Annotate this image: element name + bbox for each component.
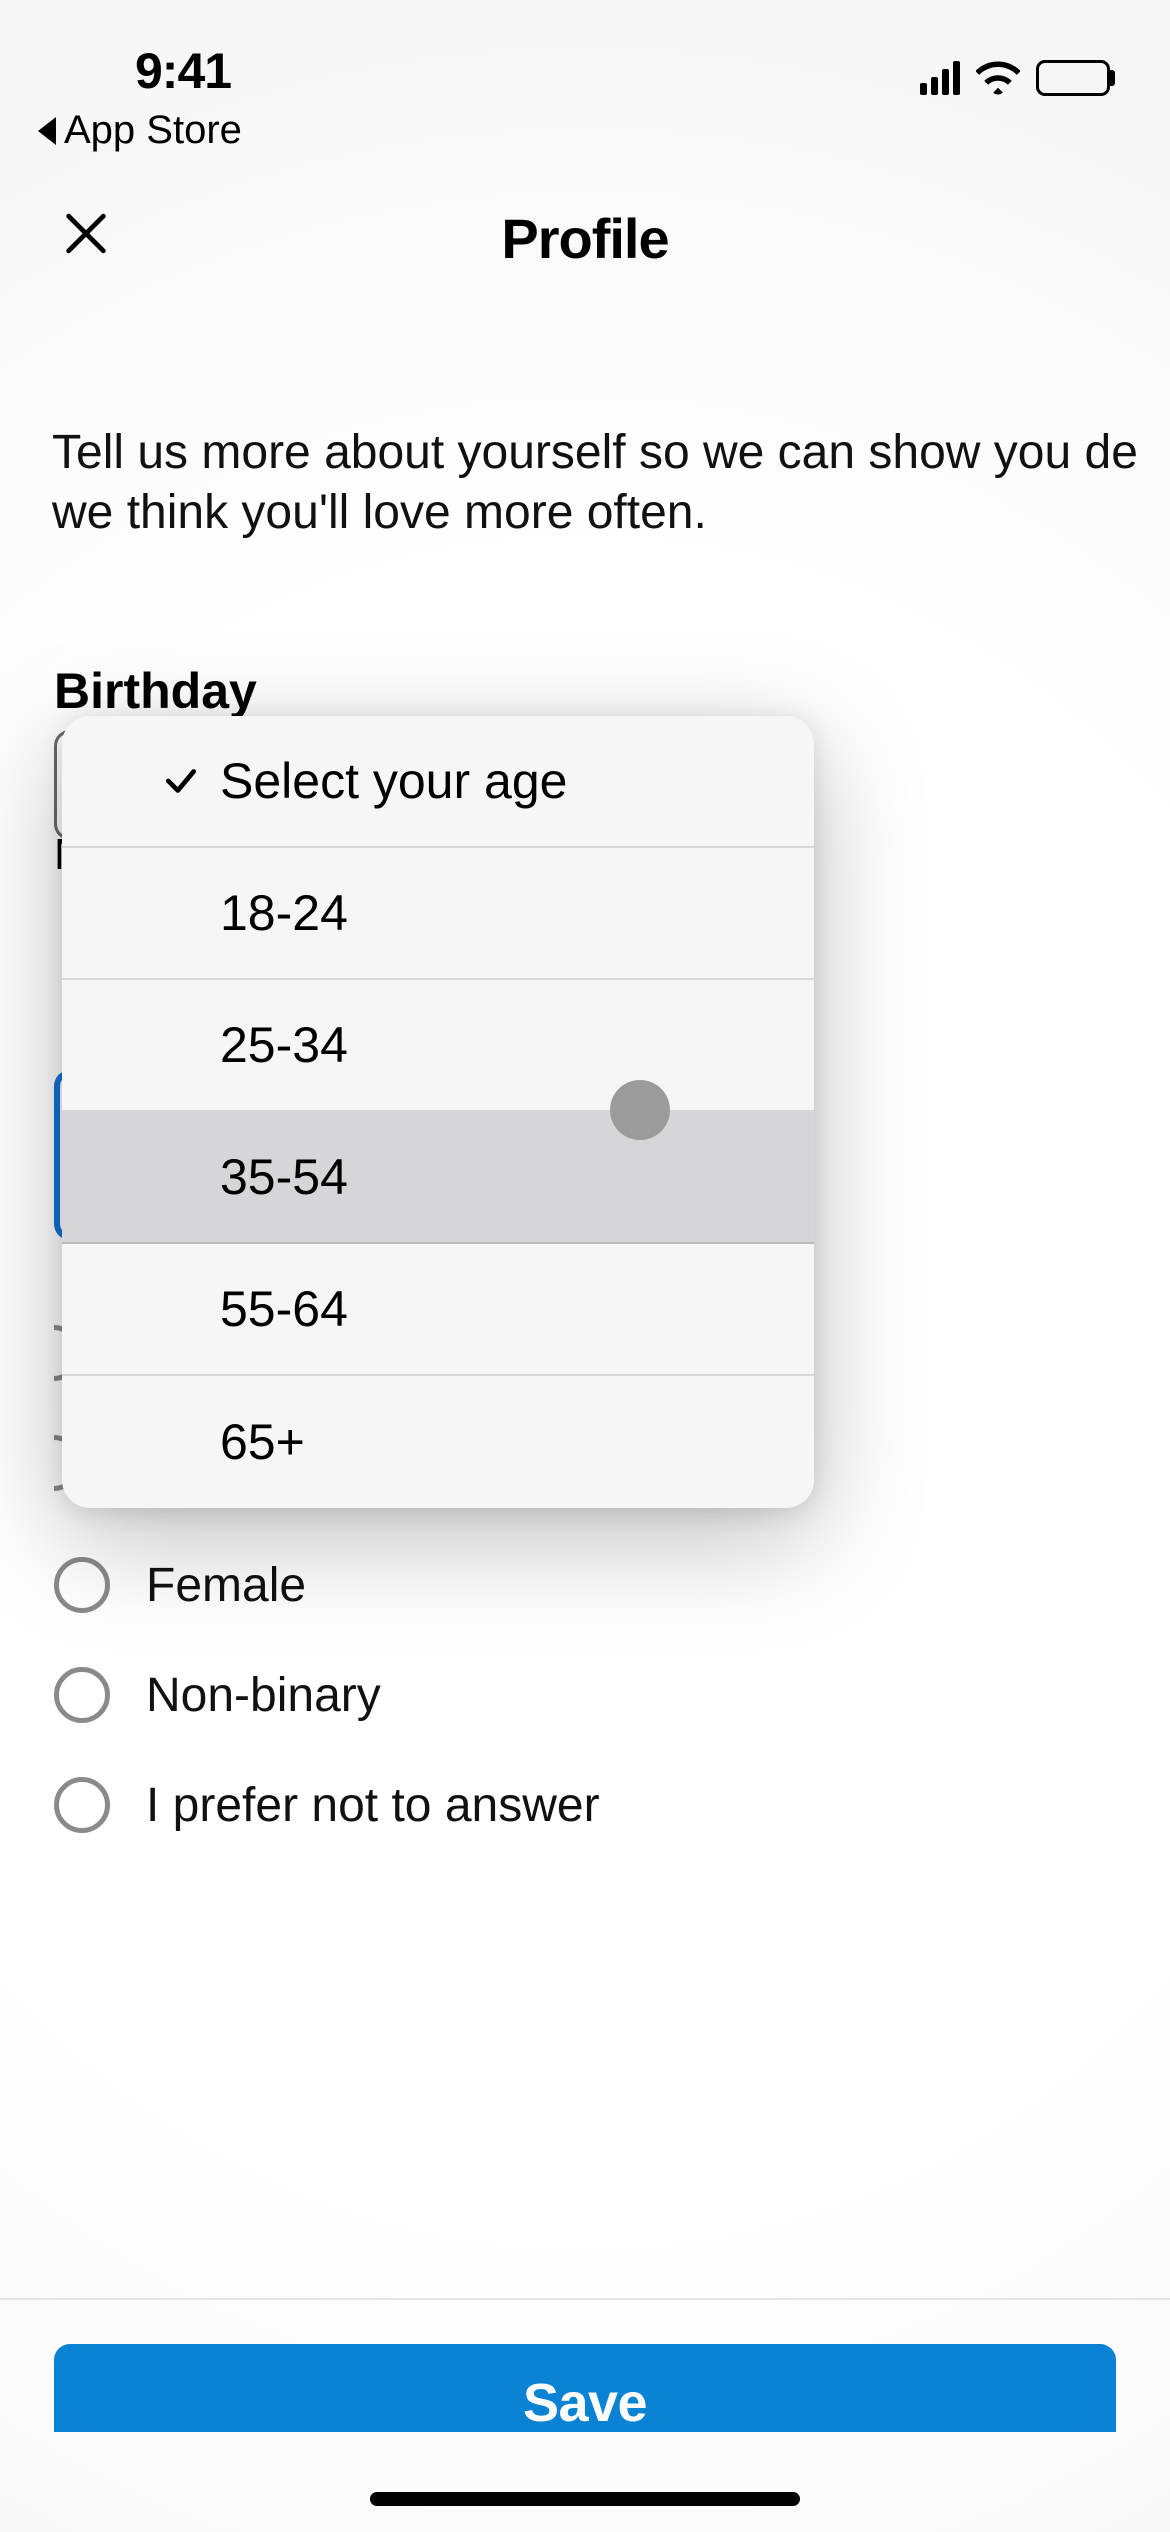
status-time: 9:41 <box>135 42 231 100</box>
option-label: Select your age <box>220 752 567 810</box>
age-option-25-34[interactable]: 25-34 <box>62 980 814 1112</box>
intro-line-2: we think you'll love more often. <box>52 483 1118 543</box>
age-option-65-plus[interactable]: 65+ <box>62 1376 814 1508</box>
status-bar: 9:41 <box>0 0 1170 100</box>
age-dropdown[interactable]: Select your age 18-24 25-34 35-54 55-64 … <box>62 716 814 1508</box>
birthday-label: Birthday <box>0 662 1170 720</box>
radio-label: I prefer not to answer <box>146 1778 600 1833</box>
intro-text: Tell us more about yourself so we can sh… <box>0 423 1170 542</box>
back-to-appstore[interactable]: App Store <box>0 100 1170 153</box>
save-label: Save <box>523 2372 647 2432</box>
radio-icon <box>54 1557 110 1613</box>
status-icons <box>920 60 1110 100</box>
cellular-signal-icon <box>920 61 960 95</box>
radio-icon <box>54 1777 110 1833</box>
wifi-icon <box>976 61 1020 95</box>
back-label: App Store <box>64 108 242 153</box>
gender-option-prefer-not[interactable]: I prefer not to answer <box>54 1750 1116 1860</box>
intro-line-1: Tell us more about yourself so we can sh… <box>52 423 1118 483</box>
gender-option-nonbinary[interactable]: Non-binary <box>54 1640 1116 1750</box>
touch-indicator-icon <box>610 1080 670 1140</box>
age-option-18-24[interactable]: 18-24 <box>62 848 814 980</box>
option-label: 18-24 <box>220 884 348 942</box>
age-option-55-64[interactable]: 55-64 <box>62 1244 814 1376</box>
page-title: Profile <box>501 206 668 271</box>
option-label: 35-54 <box>220 1148 348 1206</box>
option-label: 65+ <box>220 1413 305 1471</box>
age-option-35-54[interactable]: 35-54 <box>62 1112 814 1244</box>
nav-header: Profile <box>0 193 1170 283</box>
option-label: 55-64 <box>220 1280 348 1338</box>
save-button[interactable]: Save <box>54 2344 1116 2432</box>
battery-icon <box>1036 60 1110 96</box>
radio-icon <box>54 1667 110 1723</box>
home-indicator[interactable] <box>370 2492 800 2506</box>
radio-label: Female <box>146 1558 306 1613</box>
radio-label: Non-binary <box>146 1668 381 1723</box>
option-label: 25-34 <box>220 1016 348 1074</box>
gender-option-female[interactable]: Female <box>54 1530 1116 1640</box>
back-triangle-icon <box>38 117 56 145</box>
age-option-placeholder[interactable]: Select your age <box>62 716 814 848</box>
close-icon[interactable] <box>50 198 122 279</box>
checkmark-icon <box>162 762 200 800</box>
